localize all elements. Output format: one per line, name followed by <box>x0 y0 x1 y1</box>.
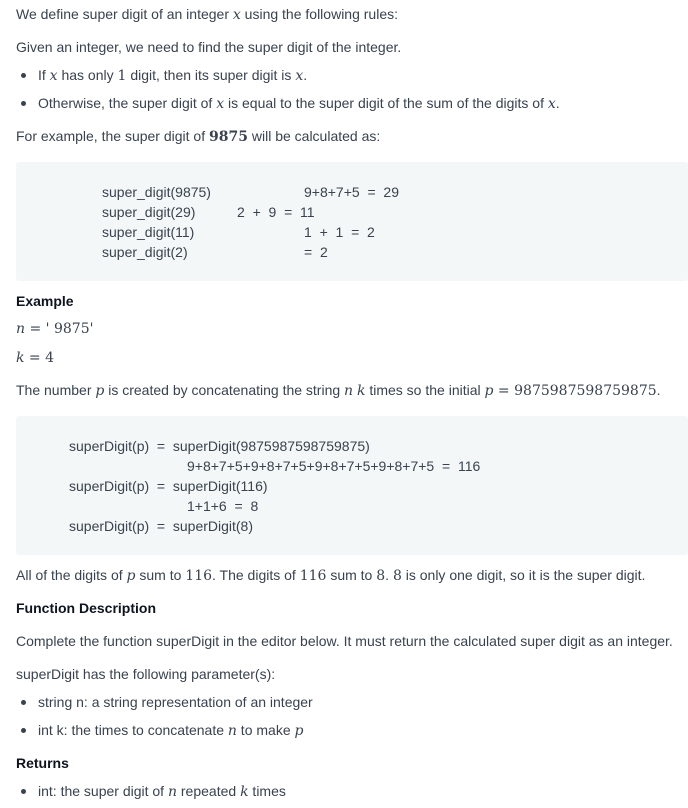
math-var: n <box>227 723 237 739</box>
text-segment: For example, the super digit of <box>16 128 209 144</box>
bullet-icon <box>21 727 26 733</box>
text-segment: int: the super digit of <box>38 783 168 799</box>
math-var: p <box>294 723 304 739</box>
math-var: n <box>344 383 354 399</box>
text-segment: to make <box>236 722 295 738</box>
code-line: 9+8+7+5+9+8+7+5+9+8+7+5+9+8+7+5 = 116 <box>187 458 481 474</box>
code-line: super_digit(2) <box>102 244 188 260</box>
text-segment: times <box>248 783 286 799</box>
text-segment: sum to <box>326 567 377 583</box>
math-var: k <box>240 784 249 800</box>
code-line: super_digit(29) <box>102 204 196 220</box>
math-number: 8 <box>376 568 386 584</box>
math-number: 4 <box>45 350 55 366</box>
math-number: 8 <box>392 568 402 584</box>
returns-heading: Returns <box>16 755 69 771</box>
text-segment: . <box>385 567 393 583</box>
text-segment: . <box>303 67 308 83</box>
code-block-concat: superDigit(p) = superDigit(9875987598759… <box>16 416 688 555</box>
text-segment: int k: the times to concatenate <box>38 722 228 738</box>
text-segment: times so the initial <box>365 382 485 398</box>
text-segment: sum to <box>135 567 186 583</box>
example-intro-text: For example, the super digit of 9875 wil… <box>16 126 380 147</box>
bullet-icon <box>21 699 26 705</box>
param-item-k: int k: the times to concatenate n to mak… <box>16 720 303 741</box>
code-line: super_digit(11) <box>102 224 195 240</box>
summary-text: All of the digits of p sum to 116. The d… <box>16 565 645 586</box>
k-definition: k = 4 <box>16 347 54 368</box>
code-line: superDigit(p) = superDigit(9875987598759… <box>69 438 370 454</box>
code-line: superDigit(p) = superDigit(116) <box>69 478 268 494</box>
bullet-icon <box>21 72 26 78</box>
params-intro-text: superDigit has the following parameter(s… <box>16 666 276 682</box>
definition-prefix: We define super digit of an integer <box>16 6 233 22</box>
definition-suffix: using the following rules: <box>240 6 398 22</box>
text-segment: digit, then its super digit is <box>126 67 296 83</box>
text-segment: will be calculated as: <box>247 128 381 144</box>
text-segment: has only <box>57 67 118 83</box>
text-segment: . The digits of <box>212 567 300 583</box>
text-segment: Otherwise, the super digit of <box>38 95 217 111</box>
text-segment: is equal to the super digit of the sum o… <box>224 95 548 111</box>
text-segment: The number <box>16 382 96 398</box>
code-line: 9+8+7+5 = 29 <box>304 184 399 200</box>
param-item-n: string n: a string representation of an … <box>16 692 313 712</box>
definition-text: We define super digit of an integer x us… <box>16 4 398 25</box>
text-segment: is created by concatenating the string <box>104 382 345 398</box>
math-var: n <box>167 784 177 800</box>
math-var: x <box>216 96 225 112</box>
code-line: 1 + 1 = 2 <box>304 224 375 240</box>
math-operator: = <box>493 383 515 399</box>
code-line: super_digit(9875) <box>102 184 211 200</box>
given-text: Given an integer, we need to find the su… <box>16 39 402 55</box>
math-operator: = <box>24 350 46 366</box>
math-number: 116 <box>185 568 213 584</box>
math-number: 9875 <box>209 129 248 145</box>
bullet-icon <box>21 100 26 106</box>
math-var: p <box>95 383 105 399</box>
math-var: n <box>16 321 26 337</box>
example-heading: Example <box>16 293 74 309</box>
text-segment: . <box>656 382 661 398</box>
math-operator: = <box>25 321 46 337</box>
text-segment: . <box>555 95 560 111</box>
concat-text: The number p is created by concatenating… <box>16 380 661 401</box>
n-definition: n = ' 9875' <box>16 318 93 339</box>
bullet-icon <box>21 788 26 794</box>
code-line: 1+1+6 = 8 <box>187 498 259 514</box>
math-number: ' 9875' <box>45 321 94 337</box>
text-segment: All of the digits of <box>16 567 127 583</box>
code-line: superDigit(p) = superDigit(8) <box>69 518 254 534</box>
code-line: = 2 <box>304 244 328 260</box>
rule-item-1: If x has only 1 digit, then its super di… <box>16 65 307 86</box>
function-description-heading: Function Description <box>16 600 156 616</box>
rule-item-2: Otherwise, the super digit of x is equal… <box>16 93 560 114</box>
text-segment: repeated <box>177 783 241 799</box>
math-number: 116 <box>299 568 327 584</box>
math-var: x <box>49 68 58 84</box>
math-var: x <box>232 7 241 23</box>
text-segment: string n: a string representation of an … <box>38 694 313 710</box>
math-number: 9875987598759875 <box>514 383 657 399</box>
code-line: 2 + 9 = 11 <box>237 204 315 220</box>
math-var: x <box>547 96 556 112</box>
returns-item: int: the super digit of n repeated k tim… <box>16 781 286 802</box>
code-block-super-digit: super_digit(9875) super_digit(29) super_… <box>16 162 688 281</box>
text-segment: is only one digit, so it is the super di… <box>401 567 646 583</box>
function-description-text: Complete the function superDigit in the … <box>16 633 673 649</box>
text-segment: If <box>38 67 50 83</box>
